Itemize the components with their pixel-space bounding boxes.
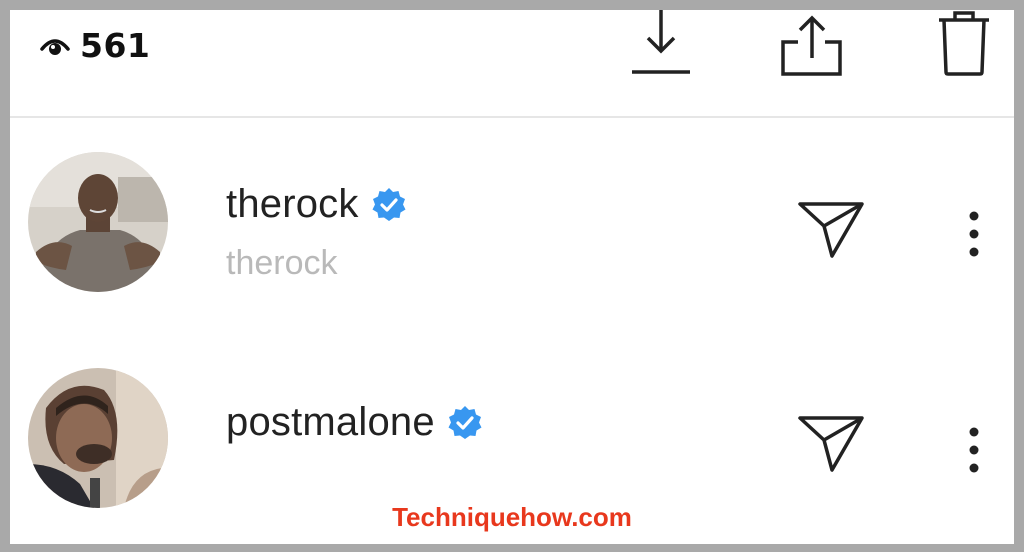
download-button[interactable] — [628, 10, 694, 80]
share-icon — [780, 10, 844, 80]
eye-icon — [40, 35, 70, 57]
viewer-display-name: therock — [226, 244, 338, 282]
avatar[interactable] — [28, 152, 168, 292]
viewer-username[interactable]: therock — [226, 182, 407, 227]
story-viewers-panel: 561 therock therock postmalone Technique… — [10, 10, 1014, 544]
watermark: Techniquehow.com — [392, 502, 632, 532]
more-options-button[interactable] — [960, 426, 988, 474]
viewer-username[interactable]: postmalone — [226, 400, 483, 445]
share-button[interactable] — [780, 10, 844, 80]
delete-button[interactable] — [936, 10, 992, 80]
download-icon — [628, 10, 694, 80]
viewer-row[interactable]: therock therock — [10, 126, 1014, 326]
paper-plane-icon — [796, 412, 866, 474]
story-toolbar: 561 — [10, 10, 1014, 118]
view-counter[interactable]: 561 — [40, 26, 150, 65]
view-count: 561 — [80, 26, 151, 65]
paper-plane-icon — [796, 198, 866, 260]
verified-badge-icon — [371, 187, 407, 223]
more-vertical-icon — [960, 210, 988, 258]
trash-icon — [936, 10, 992, 80]
more-vertical-icon — [960, 426, 988, 474]
send-button[interactable] — [796, 198, 866, 260]
verified-badge-icon — [447, 405, 483, 441]
send-button[interactable] — [796, 412, 866, 474]
avatar[interactable] — [28, 368, 168, 508]
more-options-button[interactable] — [960, 210, 988, 258]
